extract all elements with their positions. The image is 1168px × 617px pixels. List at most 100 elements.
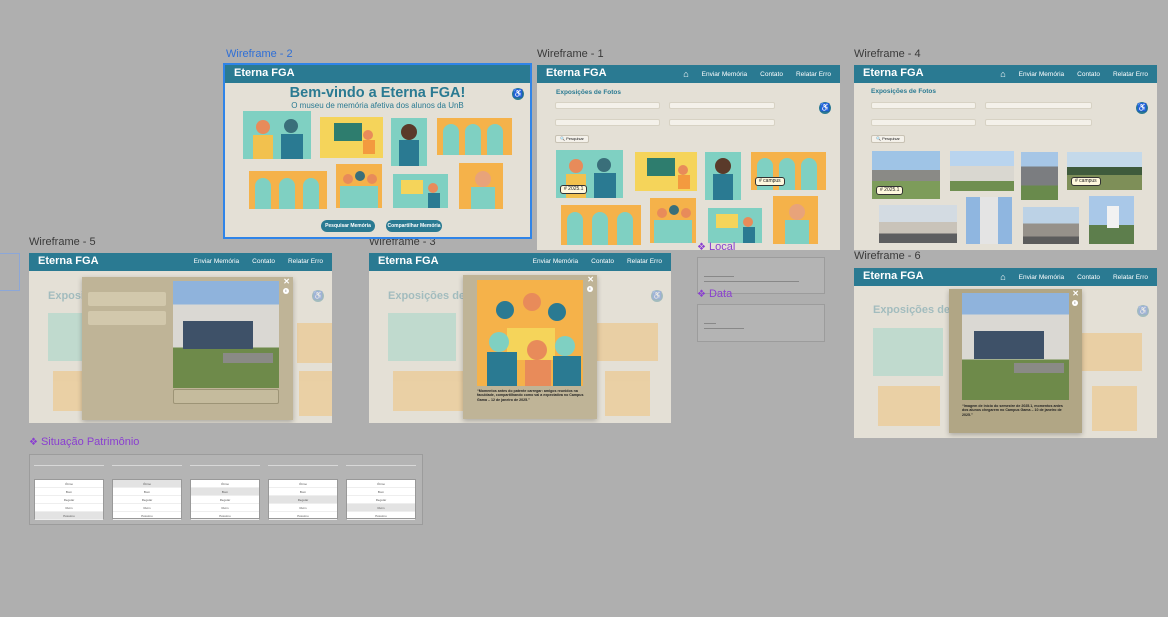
gallery-tile[interactable] xyxy=(773,196,818,244)
nav-contact[interactable]: Contato xyxy=(591,258,614,265)
info-icon[interactable]: i xyxy=(1072,300,1078,306)
wireframe-5[interactable]: Eterna FGA Enviar Memória Contato Relata… xyxy=(29,253,332,423)
filter-field[interactable] xyxy=(669,119,775,126)
illustration-tile xyxy=(243,111,311,159)
nav-contact[interactable]: Contato xyxy=(1077,274,1100,281)
photo-tile[interactable] xyxy=(1089,196,1134,244)
header: Eterna FGA Enviar Memória Contato Relata… xyxy=(29,253,332,271)
nav-report-error[interactable]: Relatar Erro xyxy=(1113,71,1148,78)
component-data[interactable] xyxy=(697,304,825,342)
photo-tile[interactable] xyxy=(950,151,1014,191)
gallery-tile[interactable] xyxy=(650,198,696,243)
accessibility-icon[interactable]: ♿ xyxy=(512,88,524,100)
home-icon[interactable]: ⌂ xyxy=(1000,70,1005,79)
form-field[interactable] xyxy=(88,311,166,325)
photo-tile[interactable] xyxy=(1021,152,1058,200)
wireframe-4[interactable]: Eterna FGA ⌂ Enviar Memória Contato Rela… xyxy=(854,65,1157,250)
frame-label-wf2[interactable]: Wireframe - 2 xyxy=(226,48,293,60)
gallery-tile[interactable] xyxy=(705,152,741,200)
filter-field[interactable] xyxy=(669,102,775,109)
component-local-label[interactable]: ❖ Local xyxy=(697,241,735,253)
close-icon[interactable]: ✕ xyxy=(1072,289,1079,298)
frame-label-wf1[interactable]: Wireframe - 1 xyxy=(537,48,604,60)
illustration-tile xyxy=(459,163,503,209)
filter-field[interactable] xyxy=(985,102,1092,109)
wireframe-6[interactable]: Eterna FGA ⌂ Enviar Memória Contato Rela… xyxy=(854,268,1157,438)
brand-logo[interactable]: Eterna FGA xyxy=(378,255,439,267)
dropdown-variant[interactable]: Ótimo Bom Regular Ruim Péssimo xyxy=(34,479,104,520)
home-icon[interactable]: ⌂ xyxy=(1000,273,1005,282)
gallery-tile[interactable]: # campus xyxy=(751,152,826,190)
wireframe-1[interactable]: Eterna FGA ⌂ Enviar Memória Contato Rela… xyxy=(537,65,840,250)
wireframe-2[interactable]: Eterna FGA Bem-vindo a Eterna FGA! O mus… xyxy=(223,63,532,239)
nav-contact[interactable]: Contato xyxy=(760,71,783,78)
background-tile xyxy=(1082,333,1142,371)
filter-field[interactable] xyxy=(555,119,660,126)
component-situacao-label[interactable]: ❖ Situação Patrimônio xyxy=(29,436,139,448)
header: Eterna FGA xyxy=(225,65,530,83)
info-icon[interactable]: i xyxy=(587,286,593,292)
filter-field[interactable] xyxy=(985,119,1092,126)
component-data-label[interactable]: ❖ Data xyxy=(697,288,732,300)
photo-tile[interactable]: # campus xyxy=(1067,152,1142,190)
dropdown-variant[interactable]: Ótimo Bom Regular Ruim Péssimo xyxy=(112,479,182,520)
caption-field[interactable] xyxy=(173,389,279,404)
nav-send-memory[interactable]: Enviar Memória xyxy=(702,71,748,78)
gallery-tile[interactable] xyxy=(561,205,641,245)
frame-label-wf4[interactable]: Wireframe - 4 xyxy=(854,48,921,60)
frame-label-wf6[interactable]: Wireframe - 6 xyxy=(854,250,921,262)
photo-tile[interactable] xyxy=(1023,207,1079,244)
dropdown-variant[interactable]: Ótimo Bom Regular Ruim Péssimo xyxy=(268,479,338,520)
search-button[interactable]: 🔍 Pesquisar xyxy=(871,135,905,143)
nav-send-memory[interactable]: Enviar Memória xyxy=(1019,274,1065,281)
nav-send-memory[interactable]: Enviar Memória xyxy=(194,258,240,265)
accessibility-icon[interactable]: ♿ xyxy=(1137,305,1149,317)
accessibility-icon[interactable]: ♿ xyxy=(312,290,324,302)
dropdown-variant[interactable]: Ótimo Bom Regular Ruim Péssimo xyxy=(346,479,416,520)
nav-contact[interactable]: Contato xyxy=(1077,71,1100,78)
form-field[interactable] xyxy=(88,292,166,306)
search-button[interactable]: 🔍 Pesquisar xyxy=(555,135,589,143)
accessibility-icon[interactable]: ♿ xyxy=(1136,102,1148,114)
nav-send-memory[interactable]: Enviar Memória xyxy=(533,258,579,265)
welcome-subtitle: O museu de memória afetiva dos alunos da… xyxy=(291,101,464,110)
brand-logo[interactable]: Eterna FGA xyxy=(863,67,924,79)
info-icon[interactable]: i xyxy=(283,288,289,294)
brand-logo[interactable]: Eterna FGA xyxy=(234,67,295,79)
search-memory-button[interactable]: Pesquisar Memória xyxy=(321,220,375,232)
filter-field[interactable] xyxy=(871,102,976,109)
nav-report-error[interactable]: Relatar Erro xyxy=(627,258,662,265)
photo-tile[interactable] xyxy=(879,205,957,243)
nav-report-error[interactable]: Relatar Erro xyxy=(288,258,323,265)
dropdown-variant[interactable]: Ótimo Bom Regular Ruim Péssimo xyxy=(190,479,260,520)
gallery-tile[interactable] xyxy=(635,152,697,191)
brand-logo[interactable]: Eterna FGA xyxy=(863,270,924,282)
gallery-tile[interactable] xyxy=(708,208,762,243)
accessibility-icon[interactable]: ♿ xyxy=(651,290,663,302)
wireframe-3[interactable]: Eterna FGA Enviar Memória Contato Relata… xyxy=(369,253,671,423)
header: Eterna FGA ⌂ Enviar Memória Contato Rela… xyxy=(854,65,1157,83)
home-icon[interactable]: ⌂ xyxy=(683,70,688,79)
photo-tile[interactable]: # 2025.1 xyxy=(872,151,940,199)
nav-report-error[interactable]: Relatar Erro xyxy=(796,71,831,78)
brand-logo[interactable]: Eterna FGA xyxy=(38,255,99,267)
accessibility-icon[interactable]: ♿ xyxy=(819,102,831,114)
close-icon[interactable]: ✕ xyxy=(283,277,290,286)
memory-modal: ✕ i “Momentos antes do patente carregar:… xyxy=(463,275,597,419)
close-icon[interactable]: ✕ xyxy=(587,275,594,284)
nav-report-error[interactable]: Relatar Erro xyxy=(1113,274,1148,281)
gallery-tile[interactable]: # 2025.1 xyxy=(556,150,623,198)
nav-contact[interactable]: Contato xyxy=(252,258,275,265)
filter-field[interactable] xyxy=(555,102,660,109)
header: Eterna FGA ⌂ Enviar Memória Contato Rela… xyxy=(854,268,1157,286)
frame-label-wf3[interactable]: Wireframe - 3 xyxy=(369,236,436,248)
filter-field[interactable] xyxy=(871,119,976,126)
share-memory-button[interactable]: Compartilhar Memória xyxy=(386,220,442,232)
brand-logo[interactable]: Eterna FGA xyxy=(546,67,607,79)
frame-label-wf5[interactable]: Wireframe - 5 xyxy=(29,236,96,248)
campus-photo xyxy=(173,281,279,388)
header: Eterna FGA ⌂ Enviar Memória Contato Rela… xyxy=(537,65,840,83)
photo-tile[interactable] xyxy=(966,197,1012,244)
nav-send-memory[interactable]: Enviar Memória xyxy=(1019,71,1065,78)
component-situacao-variants[interactable]: Ótimo Bom Regular Ruim Péssimo Ótimo Bom Regul… xyxy=(29,454,423,525)
